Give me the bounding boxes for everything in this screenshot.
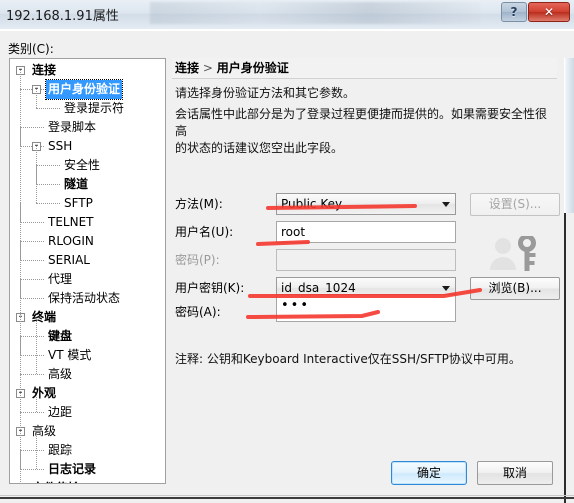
tree-item-5[interactable]: 安全性	[10, 156, 165, 175]
tree-spine	[36, 433, 37, 469]
ok-button[interactable]: 确定	[391, 461, 467, 485]
tree-item-14[interactable]: 键盘	[10, 327, 165, 346]
tree-spine	[36, 148, 37, 203]
category-label: 类别(C):	[8, 42, 54, 56]
parent-scrollbar-strip[interactable]	[564, 58, 574, 213]
tree-item-label: RLOGIN	[48, 234, 94, 248]
tree-item-4[interactable]: - SSH	[10, 137, 165, 156]
tree-item-15[interactable]: VT 模式	[10, 346, 165, 365]
tree-item-label: TELNET	[48, 215, 94, 229]
tree-item-label: 登录脚本	[48, 120, 97, 134]
tree-item-label: 用户身份验证	[44, 79, 124, 100]
category-tree[interactable]: - 连接 - 用户身份验证 登录提示符登录脚本 - SSH 安全性隧道 SFTP TELNET RL…	[9, 58, 166, 484]
tree-spine	[36, 395, 37, 412]
tree-spine	[36, 319, 37, 374]
tree-item-label: 高级	[32, 424, 57, 438]
tree-item-label: 外观	[32, 386, 57, 400]
window-title: 192.168.1.91属性	[6, 9, 119, 24]
passphrase-underline	[246, 310, 380, 319]
tree-item-label: 高级	[48, 367, 73, 381]
tree-item-7[interactable]: SFTP	[10, 194, 165, 213]
tree-item-19[interactable]: - 高级	[10, 422, 165, 441]
tree-item-17[interactable]: - 外观	[10, 384, 165, 403]
tree-item-8[interactable]: TELNET	[10, 213, 165, 232]
title-bar: 192.168.1.91属性 ? ✕	[0, 0, 574, 30]
tree-item-label: VT 模式	[48, 348, 92, 362]
close-button[interactable]: ✕	[528, 2, 570, 22]
tree-item-label: 日志记录	[48, 462, 97, 476]
top-strip	[0, 29, 574, 31]
tree-item-12[interactable]: 保持活动状态	[10, 289, 165, 308]
tree-item-3[interactable]: 登录脚本	[10, 118, 165, 137]
tree-item-label: 连接	[32, 63, 57, 77]
tree-item-13[interactable]: - 终端	[10, 308, 165, 327]
tree-item-label: 代理	[48, 272, 73, 286]
annotation-layer	[246, 204, 482, 319]
tree-item-10[interactable]: SERIAL	[10, 251, 165, 270]
method-underline	[266, 204, 417, 210]
settings-pane: 连接 > 用户身份验证 请选择身份验证方法和其它参数。 会话属性中此部分是为了登…	[172, 58, 565, 484]
window-bottom-border	[0, 497, 574, 499]
tree-item-label: SSH	[48, 139, 73, 153]
tree-item-2[interactable]: 登录提示符	[10, 99, 165, 118]
tree-item-6[interactable]: 隧道	[10, 175, 165, 194]
tree-item-21[interactable]: 日志记录	[10, 460, 165, 479]
tree-item-label: 跟踪	[48, 443, 73, 457]
tree-item-0[interactable]: - 连接	[10, 61, 165, 80]
properties-dialog: 192.168.1.91属性 ? ✕ 类别(C): - 连接 - 用户身份验证 登录提示…	[0, 0, 574, 503]
tree-item-label: 边距	[48, 405, 73, 419]
password-underline	[256, 240, 310, 246]
tree-item-label: 保持活动状态	[48, 291, 121, 305]
title-bar-backdrop	[150, 2, 480, 24]
tree-spine	[20, 72, 21, 317]
tree-item-18[interactable]: 边距	[10, 403, 165, 422]
tree-item-label: 登录提示符	[64, 101, 125, 115]
passphrase-overline	[248, 288, 482, 298]
help-button[interactable]: ?	[501, 2, 527, 22]
tree-spine	[36, 91, 37, 108]
parent-window-edge	[564, 213, 574, 503]
tree-item-9[interactable]: RLOGIN	[10, 232, 165, 251]
tree-item-label: 终端	[32, 310, 57, 324]
footer-divider	[0, 495, 574, 496]
tree-item-11[interactable]: 代理	[10, 270, 165, 289]
dialog-body: 类别(C): - 连接 - 用户身份验证 登录提示符登录脚本 - SSH 安全性隧道 SFTP T…	[0, 29, 574, 503]
tree-item-20[interactable]: 跟踪	[10, 441, 165, 460]
tree-item-label: SFTP	[64, 196, 93, 210]
tree-item-16[interactable]: 高级	[10, 365, 165, 384]
cancel-button[interactable]: 取消	[477, 461, 553, 485]
tree-item-1[interactable]: - 用户身份验证	[10, 79, 165, 100]
tree-item-label: 隧道	[64, 177, 89, 191]
window-controls: ? ✕	[501, 2, 570, 22]
tree-item-label: 键盘	[48, 329, 73, 343]
tree-item-label: SERIAL	[48, 253, 90, 267]
tree-item-label: 安全性	[64, 158, 101, 172]
tree-item-22[interactable]: -文件传输	[10, 479, 165, 483]
tree-spine	[20, 319, 21, 483]
tree-item-label: 文件传输	[30, 479, 82, 483]
